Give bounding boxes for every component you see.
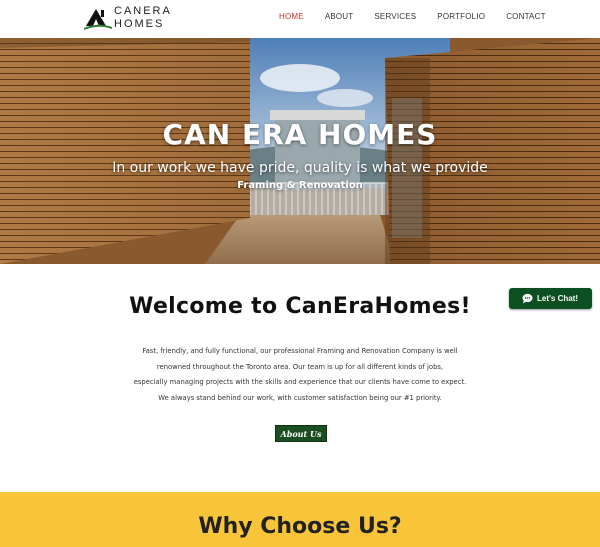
hero-banner: CAN ERA HOMES In our work we have pride,… [0, 38, 600, 264]
welcome-paragraph: Fast, friendly, and fully functional, ou… [130, 344, 470, 406]
site-logo[interactable]: CANERA HOMES [84, 4, 170, 32]
nav-services[interactable]: SERVICES [374, 12, 416, 21]
house-logo-icon [84, 9, 113, 30]
chat-bubble-icon [522, 293, 533, 304]
chat-label: Let's Chat! [537, 294, 579, 303]
nav-about[interactable]: ABOUT [325, 12, 354, 21]
logo-line-2: HOMES [114, 18, 165, 30]
nav-home[interactable]: HOME [279, 12, 304, 21]
welcome-line: Fast, friendly, and fully functional, ou… [142, 347, 458, 355]
welcome-line: renowned throughout the Toronto area. Ou… [156, 362, 444, 371]
hero-tagline: Framing & Renovation [237, 180, 363, 191]
site-header: CANERA HOMES HOME ABOUT SERVICES PORTFOL… [0, 0, 600, 38]
chat-button[interactable]: Let's Chat! [509, 288, 592, 309]
nav-contact[interactable]: CONTACT [506, 12, 545, 21]
main-nav: HOME ABOUT SERVICES PORTFOLIO CONTACT [279, 12, 546, 21]
welcome-line: We always stand behind our work, with cu… [158, 393, 442, 402]
about-us-button[interactable]: About Us [275, 425, 327, 442]
hero-subtitle: In our work we have pride, quality is wh… [112, 160, 488, 176]
logo-wordmark: CANERA HOMES [114, 5, 172, 31]
logo-line-1: CANERA [114, 5, 172, 17]
why-choose-section: Why Choose Us? [0, 492, 600, 547]
welcome-line: especially managing projects with the sk… [133, 378, 467, 386]
why-choose-title: Why Choose Us? [198, 514, 402, 539]
hero-background-image [0, 38, 600, 264]
nav-portfolio[interactable]: PORTFOLIO [437, 12, 485, 21]
hero-title: CAN ERA HOMES [162, 118, 438, 151]
